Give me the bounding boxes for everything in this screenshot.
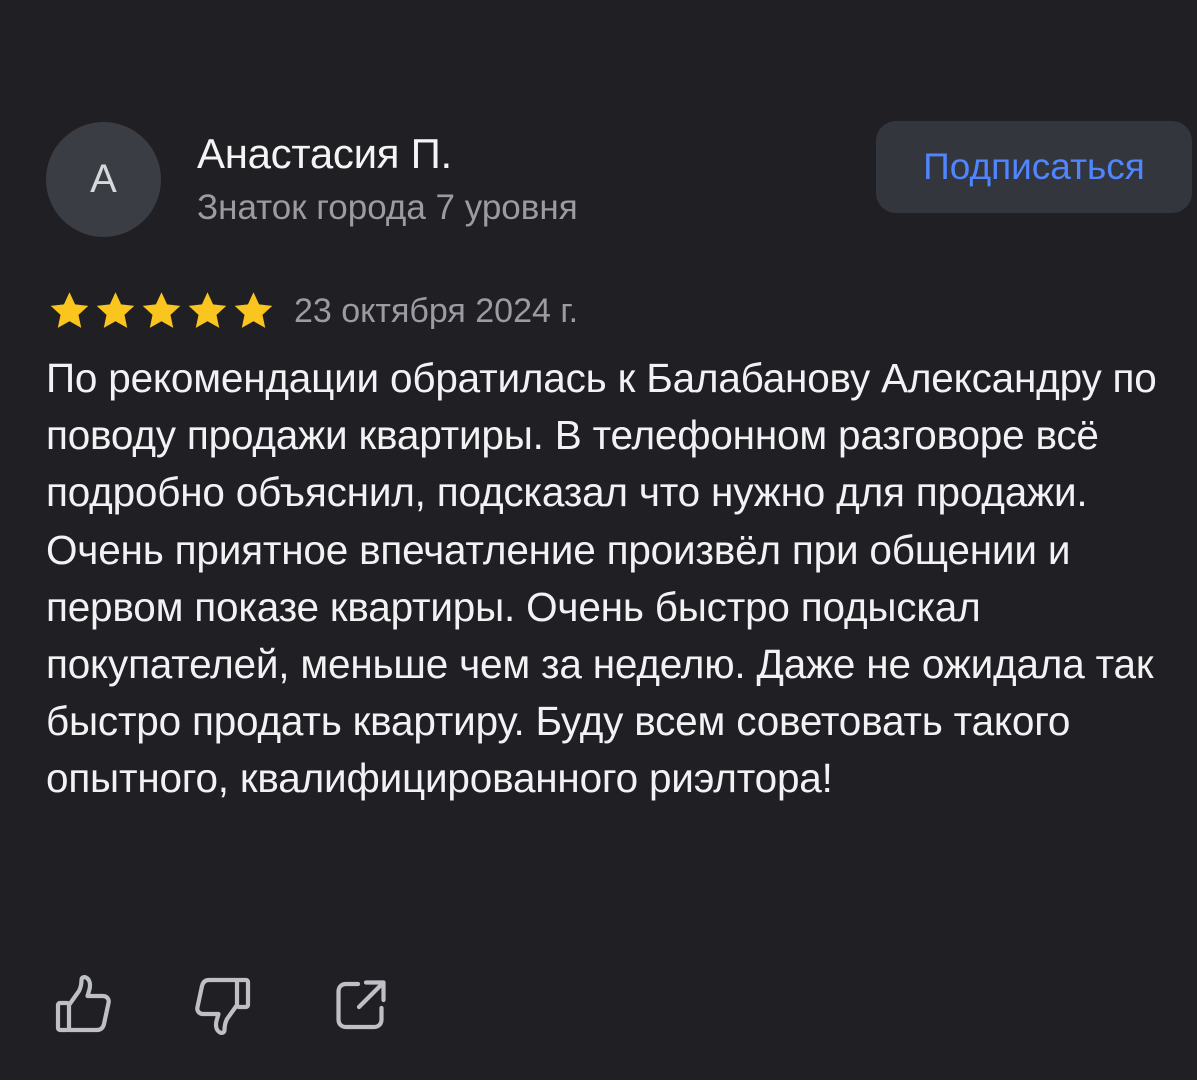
review-actions (50, 972, 394, 1038)
share-icon (336, 980, 386, 1030)
avatar-letter: А (90, 157, 117, 201)
review-text: По рекомендации обратилась к Балабанову … (46, 355, 1157, 802)
star-rating (47, 289, 276, 333)
author-level: Знаток города 7 уровня (197, 188, 578, 227)
avatar[interactable]: А (46, 122, 161, 237)
thumbs-down-icon (195, 977, 251, 1035)
review-date: 23 октября 2024 г. (294, 291, 579, 330)
dislike-button[interactable] (190, 972, 256, 1038)
thumbs-up-icon (55, 975, 111, 1033)
like-button[interactable] (50, 972, 116, 1038)
rating-row: 23 октября 2024 г. (47, 288, 578, 334)
star-icon (234, 292, 273, 328)
star-icon (50, 292, 89, 328)
review-card: А Анастасия П. Знаток города 7 уровня По… (0, 0, 1197, 1080)
share-button[interactable] (328, 972, 394, 1038)
author-name[interactable]: Анастасия П. (197, 130, 452, 178)
star-icon (188, 292, 227, 328)
star-icon (142, 292, 181, 328)
star-icon (96, 292, 135, 328)
subscribe-button[interactable]: Подписаться (876, 121, 1192, 213)
